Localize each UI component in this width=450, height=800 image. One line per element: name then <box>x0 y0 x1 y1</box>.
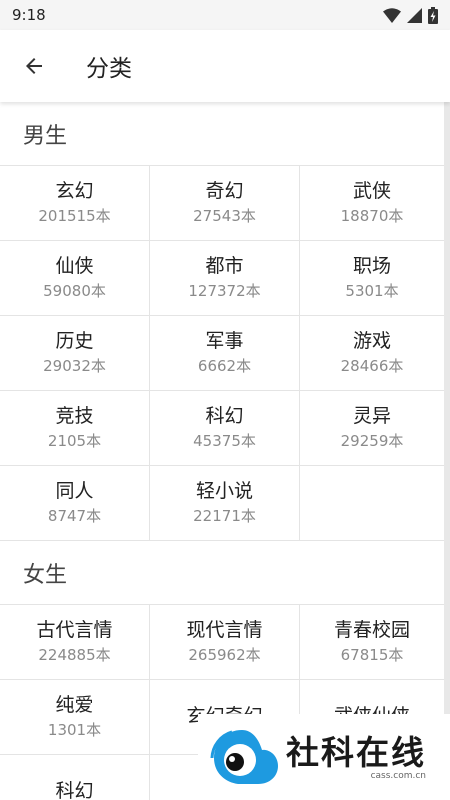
section-title: 女生 <box>23 562 68 588</box>
category-name: 灵异 <box>352 405 391 427</box>
cloud-eye-logo-icon <box>210 730 278 784</box>
category-count: 127372本 <box>188 282 261 300</box>
watermark-text: 社科在线 cass.com.cn <box>286 733 426 781</box>
category-count: 2105本 <box>47 432 102 450</box>
category-count: 1301本 <box>47 721 102 739</box>
category-count: 224885本 <box>38 646 111 664</box>
category-name: 仙侠 <box>55 255 94 277</box>
category-grid: 玄幻 201515本 奇幻 27543本 武侠 18870本 仙侠 59080本 都市 1… <box>0 165 444 541</box>
watermark-url: cass.com.cn <box>370 771 426 781</box>
category-count: 265962本 <box>188 646 261 664</box>
category-item[interactable]: 轻小说 22171本 <box>150 466 300 541</box>
category-name: 玄幻 <box>55 180 94 202</box>
category-list[interactable]: 男生 玄幻 201515本 奇幻 27543本 武侠 18870本 仙侠 59080本 … <box>0 102 444 800</box>
category-name: 职场 <box>352 255 391 277</box>
page-title: 分类 <box>86 56 132 82</box>
category-name: 军事 <box>205 330 244 352</box>
arrow-left-icon <box>26 58 42 74</box>
watermark-title: 社科在线 <box>286 733 426 772</box>
empty-cell <box>300 466 444 541</box>
category-item[interactable]: 都市 127372本 <box>150 241 300 316</box>
category-count: 28466本 <box>340 357 404 375</box>
wifi-icon <box>383 7 401 23</box>
category-count: 29259本 <box>340 432 404 450</box>
category-name: 同人 <box>55 480 94 502</box>
category-name: 青春校园 <box>333 619 410 641</box>
category-count: 18870本 <box>340 207 404 225</box>
category-count: 27543本 <box>193 207 256 225</box>
category-item[interactable]: 职场 5301本 <box>300 241 444 316</box>
battery-charging-icon <box>428 6 438 24</box>
category-count: 22171本 <box>193 507 256 525</box>
category-item[interactable]: 历史 29032本 <box>0 316 150 391</box>
category-item[interactable]: 游戏 28466本 <box>300 316 444 391</box>
category-name: 现代言情 <box>186 619 263 641</box>
category-name: 游戏 <box>352 330 391 352</box>
category-item[interactable]: 科幻 <box>0 755 150 800</box>
category-item[interactable]: 军事 6662本 <box>150 316 300 391</box>
category-count: 59080本 <box>43 282 106 300</box>
back-button[interactable] <box>6 30 62 102</box>
category-item[interactable]: 武侠 18870本 <box>300 166 444 241</box>
category-name: 科幻 <box>205 405 244 427</box>
watermark: 社科在线 cass.com.cn <box>198 714 450 800</box>
category-count: 6662本 <box>197 357 252 375</box>
section-title: 男生 <box>23 123 68 149</box>
category-count: 5301本 <box>345 282 399 300</box>
category-name: 古代言情 <box>36 619 113 641</box>
category-item[interactable]: 竞技 2105本 <box>0 391 150 466</box>
category-item[interactable]: 科幻 45375本 <box>150 391 300 466</box>
app-bar: 分类 <box>0 30 450 102</box>
category-item[interactable]: 玄幻 201515本 <box>0 166 150 241</box>
category-item[interactable]: 灵异 29259本 <box>300 391 444 466</box>
category-name: 竞技 <box>55 405 94 427</box>
category-item[interactable]: 古代言情 224885本 <box>0 605 150 680</box>
category-item[interactable]: 仙侠 59080本 <box>0 241 150 316</box>
category-count: 67815本 <box>340 646 404 664</box>
category-name: 武侠 <box>352 180 391 202</box>
category-item[interactable]: 现代言情 265962本 <box>150 605 300 680</box>
category-item[interactable]: 同人 8747本 <box>0 466 150 541</box>
category-name: 历史 <box>55 330 94 352</box>
status-icons <box>383 6 438 24</box>
status-bar: 9:18 <box>0 0 450 30</box>
scrollbar[interactable] <box>444 102 450 714</box>
category-name: 都市 <box>205 255 244 277</box>
category-name: 纯爱 <box>55 694 94 716</box>
category-count: 8747本 <box>47 507 102 525</box>
category-item[interactable]: 纯爱 1301本 <box>0 680 150 755</box>
category-count: 29032本 <box>43 357 106 375</box>
category-count: 45375本 <box>193 432 256 450</box>
category-item[interactable]: 奇幻 27543本 <box>150 166 300 241</box>
status-time: 9:18 <box>12 6 46 24</box>
category-item[interactable]: 青春校园 67815本 <box>300 605 444 680</box>
category-name: 奇幻 <box>205 180 244 202</box>
category-name: 科幻 <box>55 780 94 800</box>
section-male: 男生 玄幻 201515本 奇幻 27543本 武侠 18870本 仙侠 59080本 … <box>0 102 444 541</box>
cellular-signal-icon <box>407 7 422 23</box>
category-name: 轻小说 <box>195 480 253 502</box>
category-count: 201515本 <box>38 207 111 225</box>
